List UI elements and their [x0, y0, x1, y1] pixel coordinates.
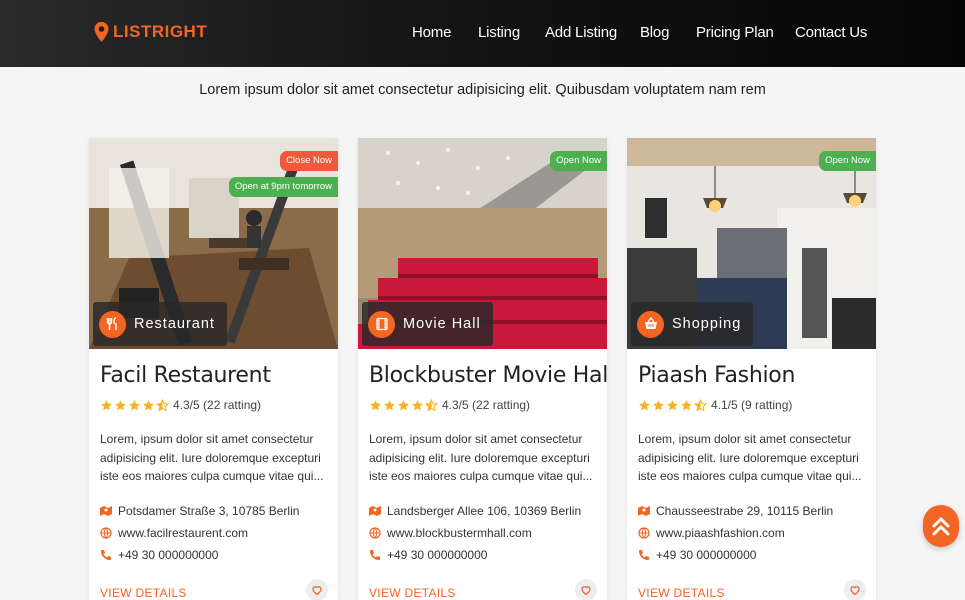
listing-website[interactable]: www.facilrestaurent.com — [100, 526, 248, 540]
main-nav: Home Listing Add Listing Blog Pricing Pl… — [0, 24, 965, 44]
star-rating — [638, 398, 707, 412]
listing-address: Landsberger Allee 106, 10369 Berlin — [369, 504, 581, 518]
listing-website[interactable]: www.blockbustermhall.com — [369, 526, 532, 540]
star-half-icon — [694, 398, 707, 411]
nav-listing[interactable]: Listing — [478, 24, 520, 41]
listing-phone[interactable]: +49 30 000000000 — [100, 548, 218, 562]
star-icon — [398, 399, 409, 410]
status-badge-opening: Open at 9pm tomorrow — [228, 177, 338, 197]
status-badge-closed: Close Now — [280, 151, 338, 171]
map-icon — [638, 506, 650, 516]
star-icon — [681, 399, 692, 410]
category-name: Shopping — [672, 316, 742, 332]
shopping-basket-icon — [637, 310, 664, 338]
category-label[interactable]: Shopping — [631, 302, 754, 346]
category-name: Restaurant — [134, 316, 215, 332]
phone-icon — [370, 550, 380, 560]
listing-rating: 4.3/5 (22 ratting) — [369, 398, 530, 412]
globe-icon — [638, 527, 650, 539]
status-badge-open: Open Now — [550, 151, 607, 171]
star-icon — [101, 399, 112, 410]
nav-pricing-plan[interactable]: Pricing Plan — [696, 24, 774, 41]
star-icon — [129, 399, 140, 410]
listing-title[interactable]: Piaash Fashion — [638, 363, 795, 388]
star-icon — [412, 399, 423, 410]
star-icon — [667, 399, 678, 410]
listing-rating: 4.3/5 (22 ratting) — [100, 398, 261, 412]
category-name: Movie Hall — [403, 316, 481, 332]
star-rating — [369, 398, 438, 412]
view-details-link[interactable]: VIEW DETAILS — [369, 586, 456, 600]
listing-description: Lorem, ipsum dolor sit amet consectetur … — [638, 432, 862, 483]
view-details-link[interactable]: VIEW DETAILS — [100, 586, 187, 600]
star-half-icon — [425, 398, 438, 411]
star-icon — [370, 399, 381, 410]
scroll-to-top-button[interactable] — [923, 505, 959, 547]
listing-photo[interactable]: Open Now Shopping — [627, 138, 876, 349]
heart-icon[interactable] — [306, 579, 328, 600]
map-icon — [369, 506, 381, 516]
heart-icon[interactable] — [844, 579, 866, 600]
listing-photo[interactable]: Close Now Open at 9pm tomorrow Restauran… — [89, 138, 338, 349]
rating-text: 4.1/5 (9 ratting) — [711, 398, 793, 412]
star-icon — [653, 399, 664, 410]
fork-knife-icon — [99, 310, 126, 338]
heart-icon[interactable] — [575, 579, 597, 600]
star-icon — [143, 399, 154, 410]
listing-description: Lorem, ipsum dolor sit amet consectetur … — [100, 432, 324, 483]
nav-add-listing[interactable]: Add Listing — [545, 24, 617, 41]
listing-website[interactable]: www.piaashfashion.com — [638, 526, 785, 540]
listing-photo[interactable]: Open Now Movie Hall — [358, 138, 607, 349]
listing-address: Potsdamer Straße 3, 10785 Berlin — [100, 504, 299, 518]
listing-rating: 4.1/5 (9 ratting) — [638, 398, 792, 412]
rating-text: 4.3/5 (22 ratting) — [173, 398, 262, 412]
phone-icon — [639, 550, 649, 560]
globe-icon — [100, 527, 112, 539]
rating-text: 4.3/5 (22 ratting) — [442, 398, 531, 412]
nav-blog[interactable]: Blog — [640, 24, 669, 41]
listing-address: Chausseestrabe 29, 10115 Berlin — [638, 504, 833, 518]
category-label[interactable]: Restaurant — [93, 302, 227, 346]
star-icon — [639, 399, 650, 410]
phone-icon — [101, 550, 111, 560]
listing-title[interactable]: Blockbuster Movie Hall — [369, 363, 607, 388]
nav-home[interactable]: Home — [412, 24, 451, 41]
listing-card[interactable]: Close Now Open at 9pm tomorrow Restauran… — [89, 138, 338, 600]
listing-phone[interactable]: +49 30 000000000 — [638, 548, 756, 562]
star-icon — [115, 399, 126, 410]
star-rating — [100, 398, 169, 412]
map-icon — [100, 506, 112, 516]
status-badge-open: Open Now — [819, 151, 876, 171]
listing-title[interactable]: Facil Restaurent — [100, 363, 271, 388]
listing-description: Lorem, ipsum dolor sit amet consectetur … — [369, 432, 593, 483]
globe-icon — [369, 527, 381, 539]
film-icon — [368, 310, 395, 338]
star-icon — [384, 399, 395, 410]
top-navbar: LISTRIGHT Home Listing Add Listing Blog … — [0, 0, 965, 67]
star-half-icon — [156, 398, 169, 411]
section-tagline: Lorem ipsum dolor sit amet consectetur a… — [199, 82, 766, 98]
view-details-link[interactable]: VIEW DETAILS — [638, 586, 725, 600]
listing-phone[interactable]: +49 30 000000000 — [369, 548, 487, 562]
double-chevron-up-icon — [932, 517, 950, 536]
nav-contact-us[interactable]: Contact Us — [795, 24, 867, 41]
category-label[interactable]: Movie Hall — [362, 302, 493, 346]
listing-card[interactable]: Open Now Shopping Piaash Fashion 4.1/5 (… — [627, 138, 876, 600]
listing-card[interactable]: Open Now Movie Hall Blockbuster Movie Ha… — [358, 138, 607, 600]
